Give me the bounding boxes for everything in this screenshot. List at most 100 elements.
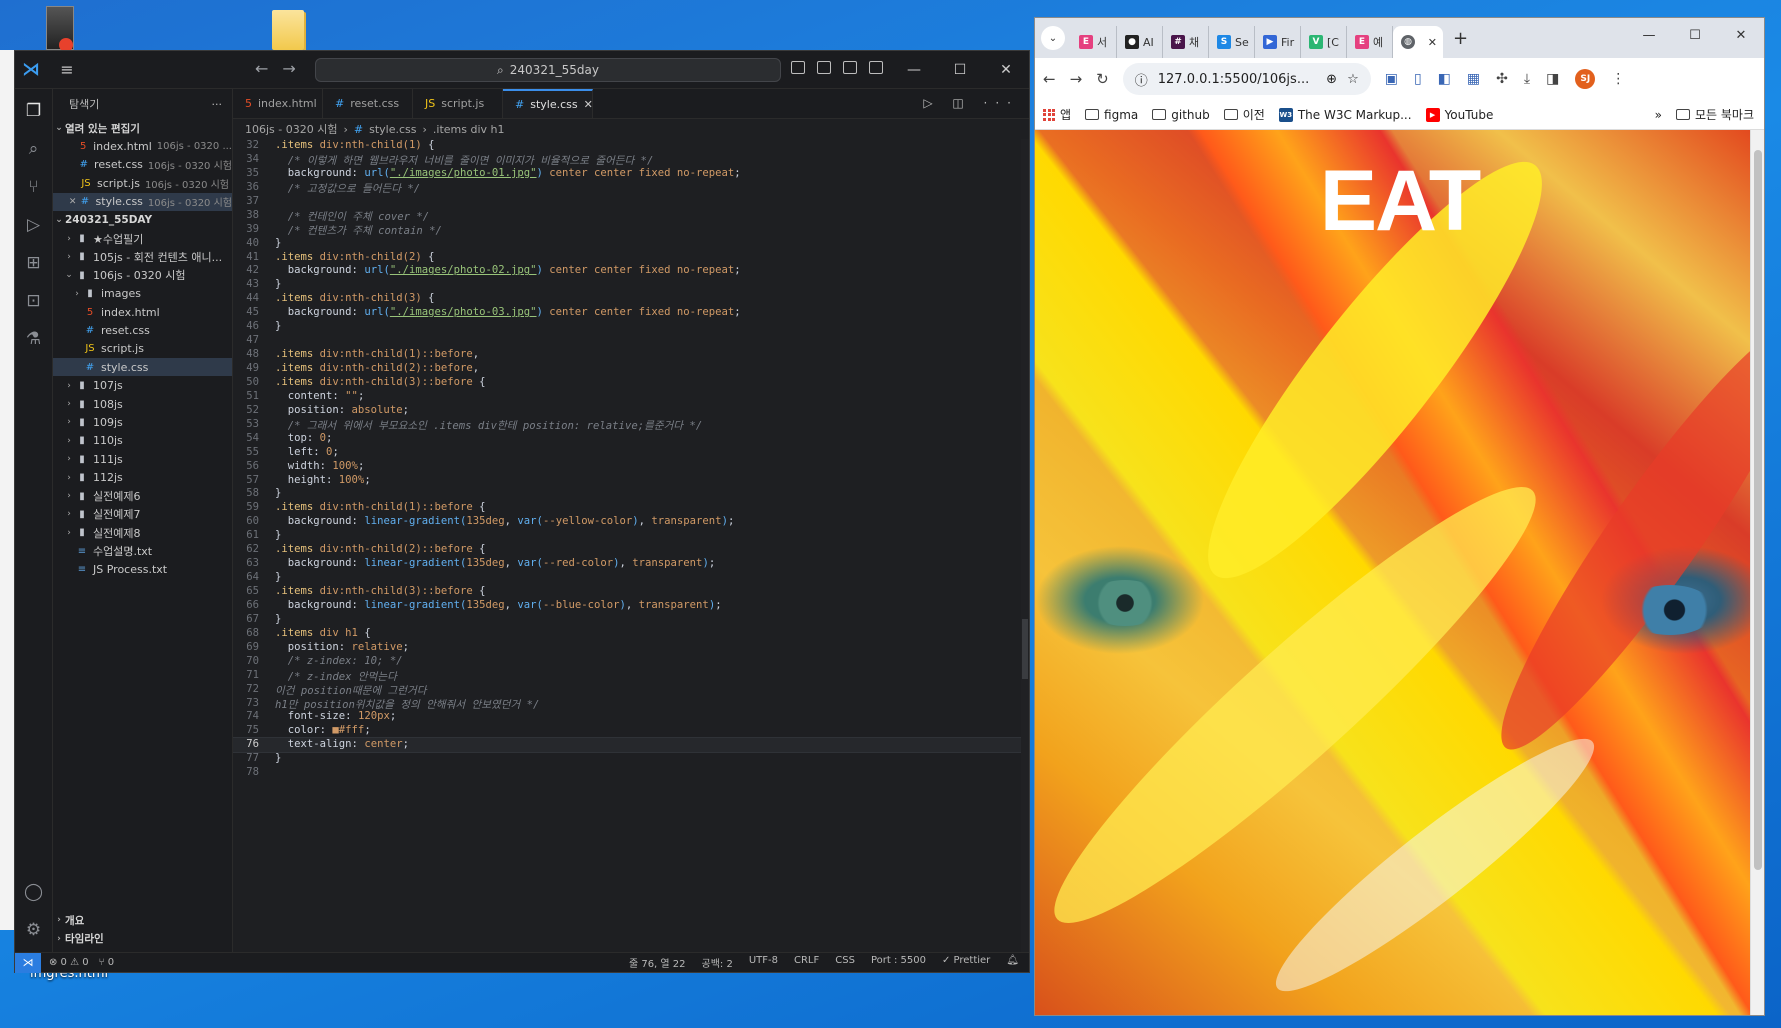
tree-file[interactable]: # reset.css — [53, 321, 232, 339]
code-line[interactable]: 73 h1만 position위치값을 정의 안해줘서 안보였던거 */ — [233, 697, 1029, 711]
run-debug-icon[interactable]: ▷ — [22, 213, 46, 237]
code-line[interactable]: 61} — [233, 529, 1029, 543]
page-scrollbar[interactable] — [1750, 130, 1764, 1015]
code-line[interactable]: 76 text-align: center; — [233, 737, 1029, 754]
chrome-menu-icon[interactable]: ⋮ — [1611, 71, 1625, 87]
tree-folder[interactable]: › ▮ 111js — [53, 450, 232, 468]
prettier-status[interactable]: ✓ Prettier — [942, 955, 990, 970]
bookmark-item[interactable]: 앱 — [1043, 106, 1071, 123]
code-line[interactable]: 75 color: ■#fff; — [233, 724, 1029, 738]
desktop-image-icon[interactable] — [46, 6, 74, 52]
bookmark-star-icon[interactable]: ☆ — [1347, 72, 1359, 87]
download-icon[interactable]: ⤓ — [1524, 71, 1530, 87]
open-editor-item[interactable]: # reset.css 106js - 0320 시험 — [53, 156, 232, 174]
tree-folder[interactable]: ⌄ ▮ 106js - 0320 시험 — [53, 266, 232, 284]
extensions-icon[interactable]: ⊞ — [22, 251, 46, 275]
code-line[interactable]: 32 .items div:nth-child(1) { — [233, 139, 1029, 153]
more-bookmarks-icon[interactable]: » — [1655, 108, 1662, 122]
gear-icon[interactable]: ⚙ — [22, 918, 46, 942]
browser-tab[interactable]: S Se — [1209, 26, 1255, 58]
remote-explorer-icon[interactable]: ⊡ — [22, 289, 46, 313]
active-tab[interactable]: ◍ ✕ — [1393, 26, 1443, 58]
code-line[interactable]: 44 .items div:nth-child(3) { — [233, 292, 1029, 306]
close-tab-icon[interactable]: ✕ — [584, 98, 593, 111]
code-line[interactable]: 53 /* 그래서 위에서 부모요소인 .items div한테 positio… — [233, 418, 1029, 432]
tab-search-icon[interactable]: ⌄ — [1041, 26, 1065, 50]
toggle-secondary-sidebar-icon[interactable] — [843, 61, 857, 74]
maximize-icon[interactable]: ☐ — [1672, 18, 1718, 52]
tree-folder[interactable]: › ▮ 105js - 회전 컨텐츠 애니... — [53, 248, 232, 266]
open-editor-item[interactable]: ✕ # style.css 106js - 0320 시험 — [53, 192, 232, 211]
more-actions-icon[interactable]: ··· — [212, 98, 223, 111]
reload-icon[interactable]: ↻ — [1096, 70, 1109, 88]
browser-tab[interactable]: ▶ Fir — [1255, 26, 1301, 58]
editor-tab[interactable]: # style.css ✕ — [503, 89, 593, 118]
browser-tab[interactable]: # 채 — [1163, 26, 1209, 58]
code-line[interactable]: 57 height: 100%; — [233, 474, 1029, 488]
code-line[interactable]: 55 left: 0; — [233, 446, 1029, 460]
code-line[interactable]: 63 background: linear-gradient(135deg, v… — [233, 557, 1029, 571]
back-icon[interactable]: ← — [1043, 70, 1056, 88]
code-line[interactable]: 72 이건 position때문에 그런거다 — [233, 683, 1029, 697]
tree-folder[interactable]: › ▮ 110js — [53, 432, 232, 450]
tree-folder[interactable]: › ▮ images — [53, 285, 232, 303]
notifications-icon[interactable]: 🔔︎ — [1006, 955, 1019, 970]
tree-folder[interactable]: › ▮ 109js — [53, 413, 232, 431]
end-of-line[interactable]: CRLF — [794, 955, 819, 970]
code-line[interactable]: 46} — [233, 320, 1029, 334]
code-line[interactable]: 78 — [233, 766, 1029, 780]
code-editor[interactable]: 32 .items div:nth-child(1) {34 /* 이렇게 하면 … — [233, 139, 1029, 952]
menu-icon[interactable]: ≡ — [47, 60, 87, 79]
code-line[interactable]: 47 — [233, 334, 1029, 348]
code-line[interactable]: 70 /* z-index: 10; */ — [233, 655, 1029, 669]
side-panel-icon[interactable]: ◨ — [1546, 71, 1559, 87]
extension-icon[interactable]: ▯ — [1414, 71, 1422, 87]
editor-scrollbar[interactable] — [1021, 139, 1029, 952]
site-info-icon[interactable]: ⓘ — [1135, 70, 1148, 89]
tree-folder[interactable]: › ▮ 107js — [53, 376, 232, 394]
code-line[interactable]: 38 /* 컨테인이 주체 cover */ — [233, 209, 1029, 223]
search-view-icon[interactable]: ⌕ — [22, 137, 46, 161]
minimize-icon[interactable]: — — [891, 51, 937, 89]
tree-folder[interactable]: › ▮ 112js — [53, 468, 232, 486]
live-server-port[interactable]: Port : 5500 — [871, 955, 926, 970]
cursor-position[interactable]: 줄 76, 열 22 — [629, 955, 686, 970]
breadcrumb-file[interactable]: style.css — [369, 123, 416, 136]
code-line[interactable]: 35 background: url("./images/photo-01.jp… — [233, 167, 1029, 181]
editor-actions[interactable]: ▷ ◫ ··· — [923, 96, 1019, 110]
code-line[interactable]: 36 /* 고정값으로 들어든다 */ — [233, 181, 1029, 195]
breadcrumb-folder[interactable]: 106js - 0320 시험 — [245, 121, 337, 137]
browser-tab[interactable]: E서 — [1071, 26, 1117, 58]
editor-tab[interactable]: JS script.js — [413, 89, 503, 118]
minimize-icon[interactable]: — — [1626, 18, 1672, 52]
toggle-sidebar-icon[interactable] — [791, 61, 805, 74]
code-line[interactable]: 65 .items div:nth-child(3)::before { — [233, 585, 1029, 599]
editor-tab[interactable]: # reset.css — [323, 89, 413, 118]
code-line[interactable]: 74 font-size: 120px; — [233, 710, 1029, 724]
maximize-icon[interactable]: ☐ — [937, 51, 983, 89]
tree-folder[interactable]: › ▮ ★수업필기 — [53, 229, 232, 247]
indentation[interactable]: 공백: 2 — [702, 955, 733, 970]
bookmark-item[interactable]: 이전 — [1223, 106, 1265, 123]
tree-file[interactable]: # style.css — [53, 358, 232, 377]
code-line[interactable]: 77} — [233, 752, 1029, 766]
code-line[interactable]: 41 .items div:nth-child(2) { — [233, 251, 1029, 265]
new-tab-icon[interactable]: + — [1453, 28, 1468, 49]
code-line[interactable]: 59 .items div:nth-child(1)::before { — [233, 501, 1029, 515]
extension-icon[interactable]: ▦ — [1467, 71, 1480, 87]
extension-icon[interactable]: ▣ — [1385, 71, 1398, 87]
tree-folder[interactable]: › ▮ 실전예제8 — [53, 524, 232, 542]
code-line[interactable]: 43} — [233, 278, 1029, 292]
scrollbar-thumb[interactable] — [1754, 150, 1762, 870]
ports-status[interactable]: ⑂ 0 — [99, 957, 115, 968]
close-icon[interactable]: ✕ — [1718, 18, 1764, 52]
close-tab-icon[interactable]: ✕ — [1428, 36, 1437, 49]
extensions-puzzle-icon[interactable]: ✣ — [1496, 71, 1508, 87]
testing-icon[interactable]: ⚗ — [22, 327, 46, 351]
tree-file[interactable]: ≡ 수업설명.txt — [53, 542, 232, 560]
code-line[interactable]: 54 top: 0; — [233, 432, 1029, 446]
tree-folder[interactable]: › ▮ 실전예제6 — [53, 487, 232, 505]
forward-icon[interactable]: → — [1070, 70, 1083, 88]
browser-tab[interactable]: V [C — [1301, 26, 1347, 58]
nav-arrows[interactable]: ←→ — [255, 59, 310, 78]
